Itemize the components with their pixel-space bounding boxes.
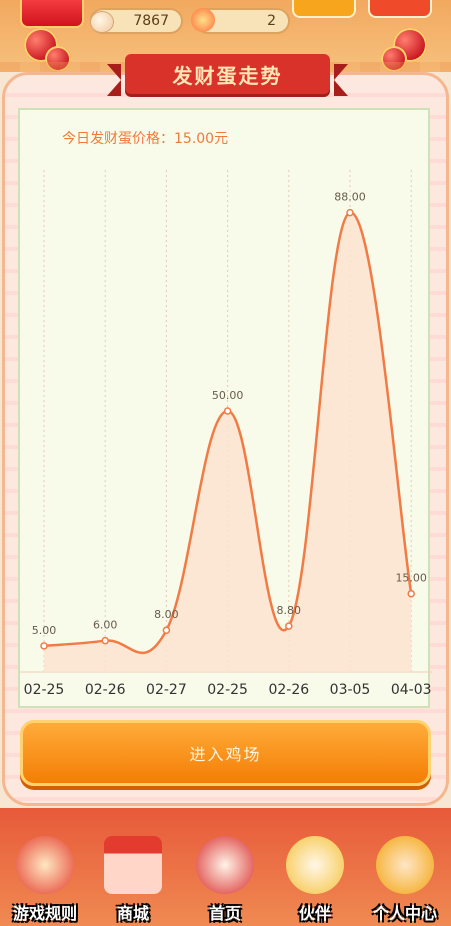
egg-icon [90, 11, 114, 33]
egg-counter: 7867 [90, 8, 183, 34]
nav-label: 伙伴 [298, 904, 331, 923]
data-point [101, 636, 109, 645]
data-label: 8.80 [277, 604, 302, 617]
x-tick-label: 02-26 [268, 682, 309, 698]
data-label: 15.00 [395, 572, 427, 585]
x-tick-label: 02-25 [207, 682, 248, 698]
bottom-nav: 游戏规则 商城 首页 伙伴 个人中心 [0, 808, 451, 926]
chick-counter: 2 [191, 8, 290, 34]
x-tick-label: 02-25 [24, 682, 65, 698]
user-avatar[interactable] [20, 0, 84, 28]
top-button-right[interactable] [368, 0, 432, 18]
nav-label: 首页 [208, 904, 241, 923]
avatar-icon [376, 836, 434, 894]
x-tick-label: 02-27 [146, 682, 187, 698]
lantern-icon [381, 46, 407, 72]
data-label: 88.00 [334, 191, 366, 204]
hen-red-icon [16, 836, 74, 894]
nav-item-rules[interactable]: 游戏规则 [0, 828, 90, 924]
enter-farm-label: 进入鸡场 [189, 745, 262, 764]
data-label: 8.00 [154, 608, 179, 621]
page-title: 发财蛋走势 [172, 63, 283, 88]
data-point [223, 407, 232, 415]
chick-icon [191, 8, 215, 32]
data-point [162, 626, 171, 634]
lantern-icon [45, 46, 71, 72]
data-label: 6.00 [93, 619, 118, 632]
nav-label: 个人中心 [372, 904, 437, 923]
nav-item-shop[interactable]: 商城 [88, 828, 178, 924]
data-point [285, 622, 293, 630]
rooster-home-icon [196, 836, 254, 894]
x-tick-label: 03-05 [330, 682, 371, 698]
trend-chart-card: 今日发财蛋价格：15.00元 5.00 6.00 8.00 50.00 8.80 88.0… [18, 108, 432, 708]
egg-count: 7867 [133, 13, 169, 29]
nav-label: 商城 [116, 904, 149, 923]
nav-item-home[interactable]: 首页 [180, 828, 270, 924]
chick-count: 2 [267, 13, 276, 29]
partners-icon [286, 836, 344, 894]
x-tick-label: 02-26 [85, 682, 126, 698]
trend-chart: 5.00 6.00 8.00 50.00 8.80 88.00 15.00 02-25 02-… [20, 170, 432, 698]
nav-label: 游戏规则 [12, 904, 77, 923]
x-tick-label: 04-03 [391, 682, 432, 698]
data-label: 5.00 [32, 624, 57, 637]
data-point [407, 589, 415, 598]
data-label: 50.00 [212, 389, 244, 402]
enter-farm-button[interactable]: 进入鸡场 [20, 720, 431, 786]
data-point [346, 208, 354, 217]
nav-item-partners[interactable]: 伙伴 [270, 828, 360, 924]
top-button-left[interactable] [292, 0, 356, 18]
title-ribbon: 发财蛋走势 [107, 54, 348, 96]
nav-item-profile[interactable]: 个人中心 [360, 828, 450, 924]
data-point [40, 642, 48, 650]
shop-icon [104, 836, 162, 894]
